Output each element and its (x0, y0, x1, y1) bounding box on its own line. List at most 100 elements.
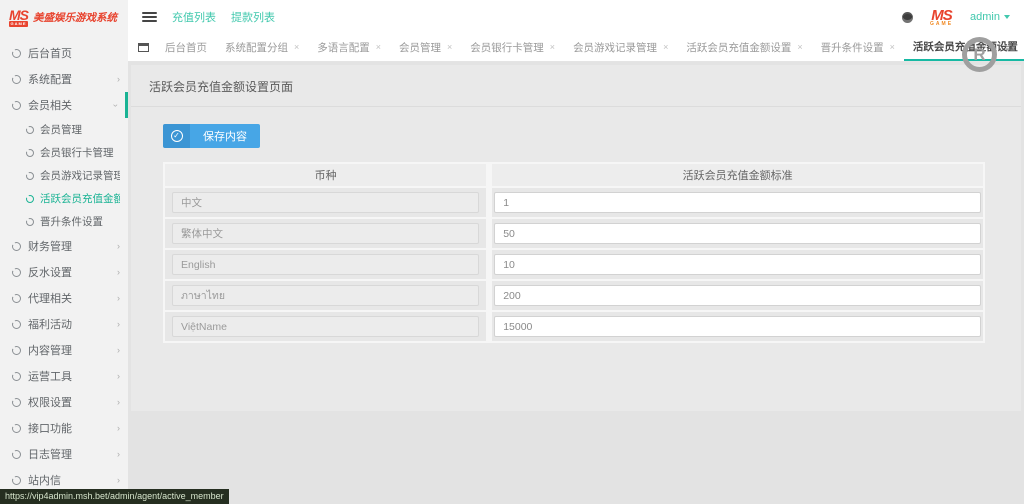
topnav-recharge-list[interactable]: 充值列表 (172, 9, 216, 25)
currency-field[interactable] (172, 223, 479, 244)
sidebar-item-content[interactable]: 内容管理 › (0, 337, 128, 363)
brand-title: 美盛娱乐游戏系统 (33, 10, 117, 25)
table-header-row: 币种 活跃会员充值金额标准 (165, 164, 983, 188)
circle-icon (26, 126, 34, 134)
chevron-right-icon: › (117, 268, 120, 277)
tab-multilanguage[interactable]: 多语言配置 × (308, 34, 390, 61)
circle-icon (12, 75, 21, 84)
sidebar-item-operation-tools[interactable]: 运营工具 › (0, 363, 128, 389)
topnav-withdraw-list[interactable]: 提款列表 (231, 9, 275, 25)
tab-member-bankcard[interactable]: 会员银行卡管理 × (461, 34, 564, 61)
circle-icon (26, 149, 34, 157)
table-row (165, 219, 983, 250)
chevron-down-icon: › (111, 104, 120, 107)
sidebar-item-system-config[interactable]: 系统配置 › (0, 66, 128, 92)
top-header: MS GAME 美盛娱乐游戏系统 充值列表 提款列表 MS GAME admin (0, 0, 1024, 34)
tab-member-game-records[interactable]: 会员游戏记录管理 × (564, 34, 677, 61)
sidebar-subitem-promotion-conditions[interactable]: 晋升条件设置 (0, 210, 128, 233)
column-header-standard: 活跃会员充值金额标准 (492, 164, 983, 188)
sidebar-item-member-related[interactable]: 会员相关 › (0, 92, 128, 118)
settings-table: 币种 活跃会员充值金额标准 (163, 162, 985, 343)
chevron-right-icon: › (117, 450, 120, 459)
close-icon[interactable]: × (447, 43, 452, 52)
table-row (165, 281, 983, 312)
save-button[interactable]: ✓ 保存内容 (163, 124, 260, 148)
sidebar-item-api[interactable]: 接口功能 › (0, 415, 128, 441)
chevron-right-icon: › (117, 476, 120, 485)
link-preview-tooltip: https://vip4admin.msh.bet/admin/agent/ac… (0, 489, 229, 504)
circle-icon (12, 101, 21, 110)
tab-home[interactable]: 后台首页 (156, 34, 216, 61)
settings-table-wrap: 币种 活跃会员充值金额标准 (163, 162, 985, 343)
chevron-right-icon: › (117, 372, 120, 381)
tab-system-config-group[interactable]: 系统配置分组 × (216, 34, 308, 61)
sidebar-subitem-member-management[interactable]: 会员管理 (0, 118, 128, 141)
toolbar: ✓ 保存内容 (131, 107, 1021, 162)
sidebar-item-permissions[interactable]: 权限设置 › (0, 389, 128, 415)
sidebar-item-logs[interactable]: 日志管理 › (0, 441, 128, 467)
amount-field[interactable] (494, 192, 981, 213)
sidebar-item-agent[interactable]: 代理相关 › (0, 285, 128, 311)
topbar-main: 充值列表 提款列表 MS GAME admin (128, 0, 1024, 34)
currency-field[interactable] (172, 316, 479, 337)
circle-icon (12, 242, 21, 251)
close-icon[interactable]: × (550, 43, 555, 52)
amount-field[interactable] (494, 223, 981, 244)
ms-game-logo: MS GAME (930, 8, 953, 27)
chevron-right-icon: › (117, 294, 120, 303)
ms-logo-icon: MS GAME (9, 8, 28, 27)
amount-field[interactable] (494, 316, 981, 337)
home-icon[interactable] (138, 43, 149, 52)
circle-icon (12, 398, 21, 407)
circle-icon (26, 195, 34, 203)
tab-active-member-recharge-1[interactable]: 活跃会员充值金额设置 × (677, 34, 811, 61)
check-icon: ✓ (163, 124, 190, 148)
caret-down-icon (1004, 15, 1010, 19)
column-header-currency: 币种 (165, 164, 492, 188)
tab-promotion-conditions[interactable]: 晋升条件设置 × (812, 34, 904, 61)
main-area: 后台首页 系统配置分组 × 多语言配置 × 会员管理 × 会员银行卡管理 × 会… (128, 34, 1024, 504)
circle-icon (12, 450, 21, 459)
table-row (165, 188, 983, 219)
amount-field[interactable] (494, 285, 981, 306)
close-icon[interactable]: × (797, 43, 802, 52)
chevron-right-icon: › (117, 242, 120, 251)
registered-trademark-logo[interactable]: R (962, 37, 997, 72)
sidebar-item-welfare[interactable]: 福利活动 › (0, 311, 128, 337)
currency-field[interactable] (172, 254, 479, 275)
circle-icon (26, 218, 34, 226)
user-menu[interactable]: admin (970, 11, 1010, 23)
close-icon[interactable]: × (294, 43, 299, 52)
currency-field[interactable] (172, 285, 479, 306)
globe-icon[interactable] (902, 12, 913, 23)
sidebar-item-home[interactable]: 后台首页 (0, 40, 128, 66)
menu-icon: ≡ (1005, 43, 1010, 53)
content-panel: 活跃会员充值金额设置页面 ✓ 保存内容 币种 活跃会员充值金额标准 (131, 65, 1021, 411)
close-icon[interactable]: × (663, 43, 668, 52)
tab-member-management[interactable]: 会员管理 × (390, 34, 461, 61)
sidebar-subitem-member-bankcard[interactable]: 会员银行卡管理 (0, 141, 128, 164)
circle-icon (12, 49, 21, 58)
amount-field[interactable] (494, 254, 981, 275)
close-icon[interactable]: × (890, 43, 895, 52)
tab-bar: 后台首页 系统配置分组 × 多语言配置 × 会员管理 × 会员银行卡管理 × 会… (128, 34, 1024, 62)
sidebar-item-finance[interactable]: 财务管理 › (0, 233, 128, 259)
hamburger-icon[interactable] (142, 12, 157, 22)
table-row (165, 312, 983, 341)
sidebar-item-rebate[interactable]: 反水设置 › (0, 259, 128, 285)
table-row (165, 250, 983, 281)
sidebar: 后台首页 系统配置 › 会员相关 › 会员管理 会员银行卡管理 会员游戏记录管理… (0, 34, 128, 504)
circle-icon (12, 320, 21, 329)
currency-field[interactable] (172, 192, 479, 213)
circle-icon (12, 268, 21, 277)
sidebar-subitem-member-game-records[interactable]: 会员游戏记录管理 (0, 164, 128, 187)
username: admin (970, 11, 1000, 23)
chevron-right-icon: › (117, 398, 120, 407)
close-icon[interactable]: × (376, 43, 381, 52)
caret-down-icon: ▾ (1011, 44, 1015, 52)
chevron-right-icon: › (117, 424, 120, 433)
widget-menu[interactable]: ≡ ▾ (1005, 43, 1015, 53)
chevron-right-icon: › (117, 75, 120, 84)
chevron-right-icon: › (117, 346, 120, 355)
sidebar-subitem-active-member-recharge[interactable]: 活跃会员充值金额设置 (0, 187, 128, 210)
